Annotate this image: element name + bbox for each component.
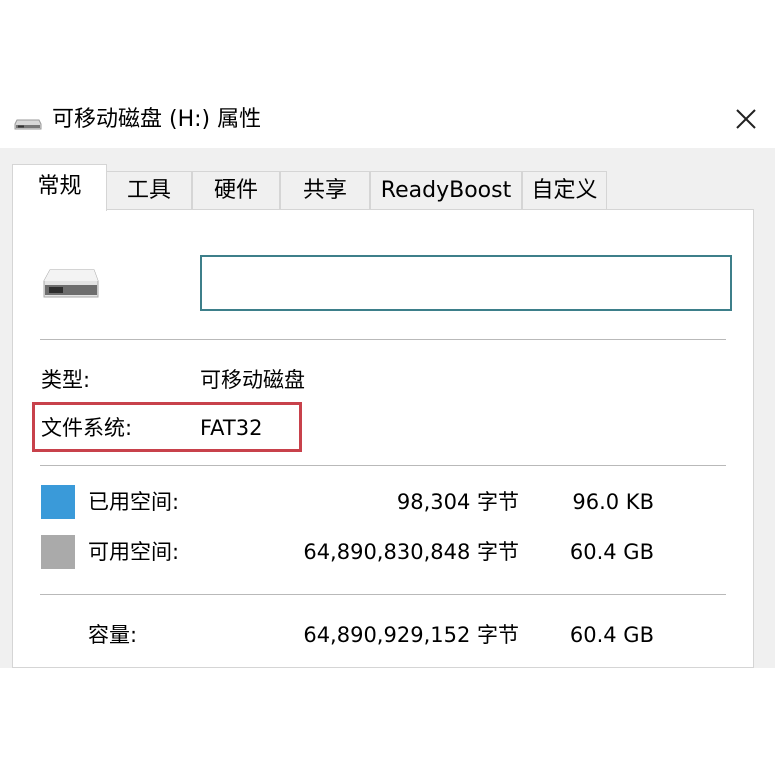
- tab-readyboost[interactable]: ReadyBoost: [370, 171, 522, 209]
- type-value: 可移动磁盘: [200, 368, 305, 392]
- filesystem-highlight-box: [32, 402, 302, 452]
- used-space-label: 已用空间:: [88, 490, 180, 514]
- usb-drive-icon: [43, 269, 99, 298]
- close-icon: [736, 109, 756, 129]
- used-space-swatch: [41, 485, 75, 519]
- divider: [40, 594, 726, 595]
- tab-general[interactable]: 常规: [12, 164, 107, 211]
- divider: [40, 339, 726, 340]
- divider: [40, 465, 726, 466]
- type-label: 类型:: [41, 368, 91, 392]
- tab-hardware[interactable]: 硬件: [192, 171, 280, 209]
- used-space-size: 96.0 KB: [572, 490, 654, 514]
- capacity-label: 容量:: [88, 623, 138, 647]
- tab-sharing[interactable]: 共享: [280, 171, 370, 209]
- close-button[interactable]: [726, 100, 766, 140]
- free-space-size: 60.4 GB: [569, 540, 654, 564]
- capacity-bytes: 64,890,929,152 字节: [303, 623, 519, 647]
- usb-drive-icon: [14, 119, 42, 130]
- capacity-size: 60.4 GB: [569, 623, 654, 647]
- free-space-label: 可用空间:: [88, 540, 180, 564]
- free-space-bytes: 64,890,830,848 字节: [303, 540, 519, 564]
- tab-tools[interactable]: 工具: [106, 171, 192, 209]
- drive-name-input[interactable]: [200, 255, 732, 311]
- tab-customize[interactable]: 自定义: [522, 171, 607, 209]
- used-space-bytes: 98,304 字节: [396, 490, 519, 514]
- free-space-swatch: [41, 535, 75, 569]
- window-title: 可移动磁盘 (H:) 属性: [52, 107, 262, 132]
